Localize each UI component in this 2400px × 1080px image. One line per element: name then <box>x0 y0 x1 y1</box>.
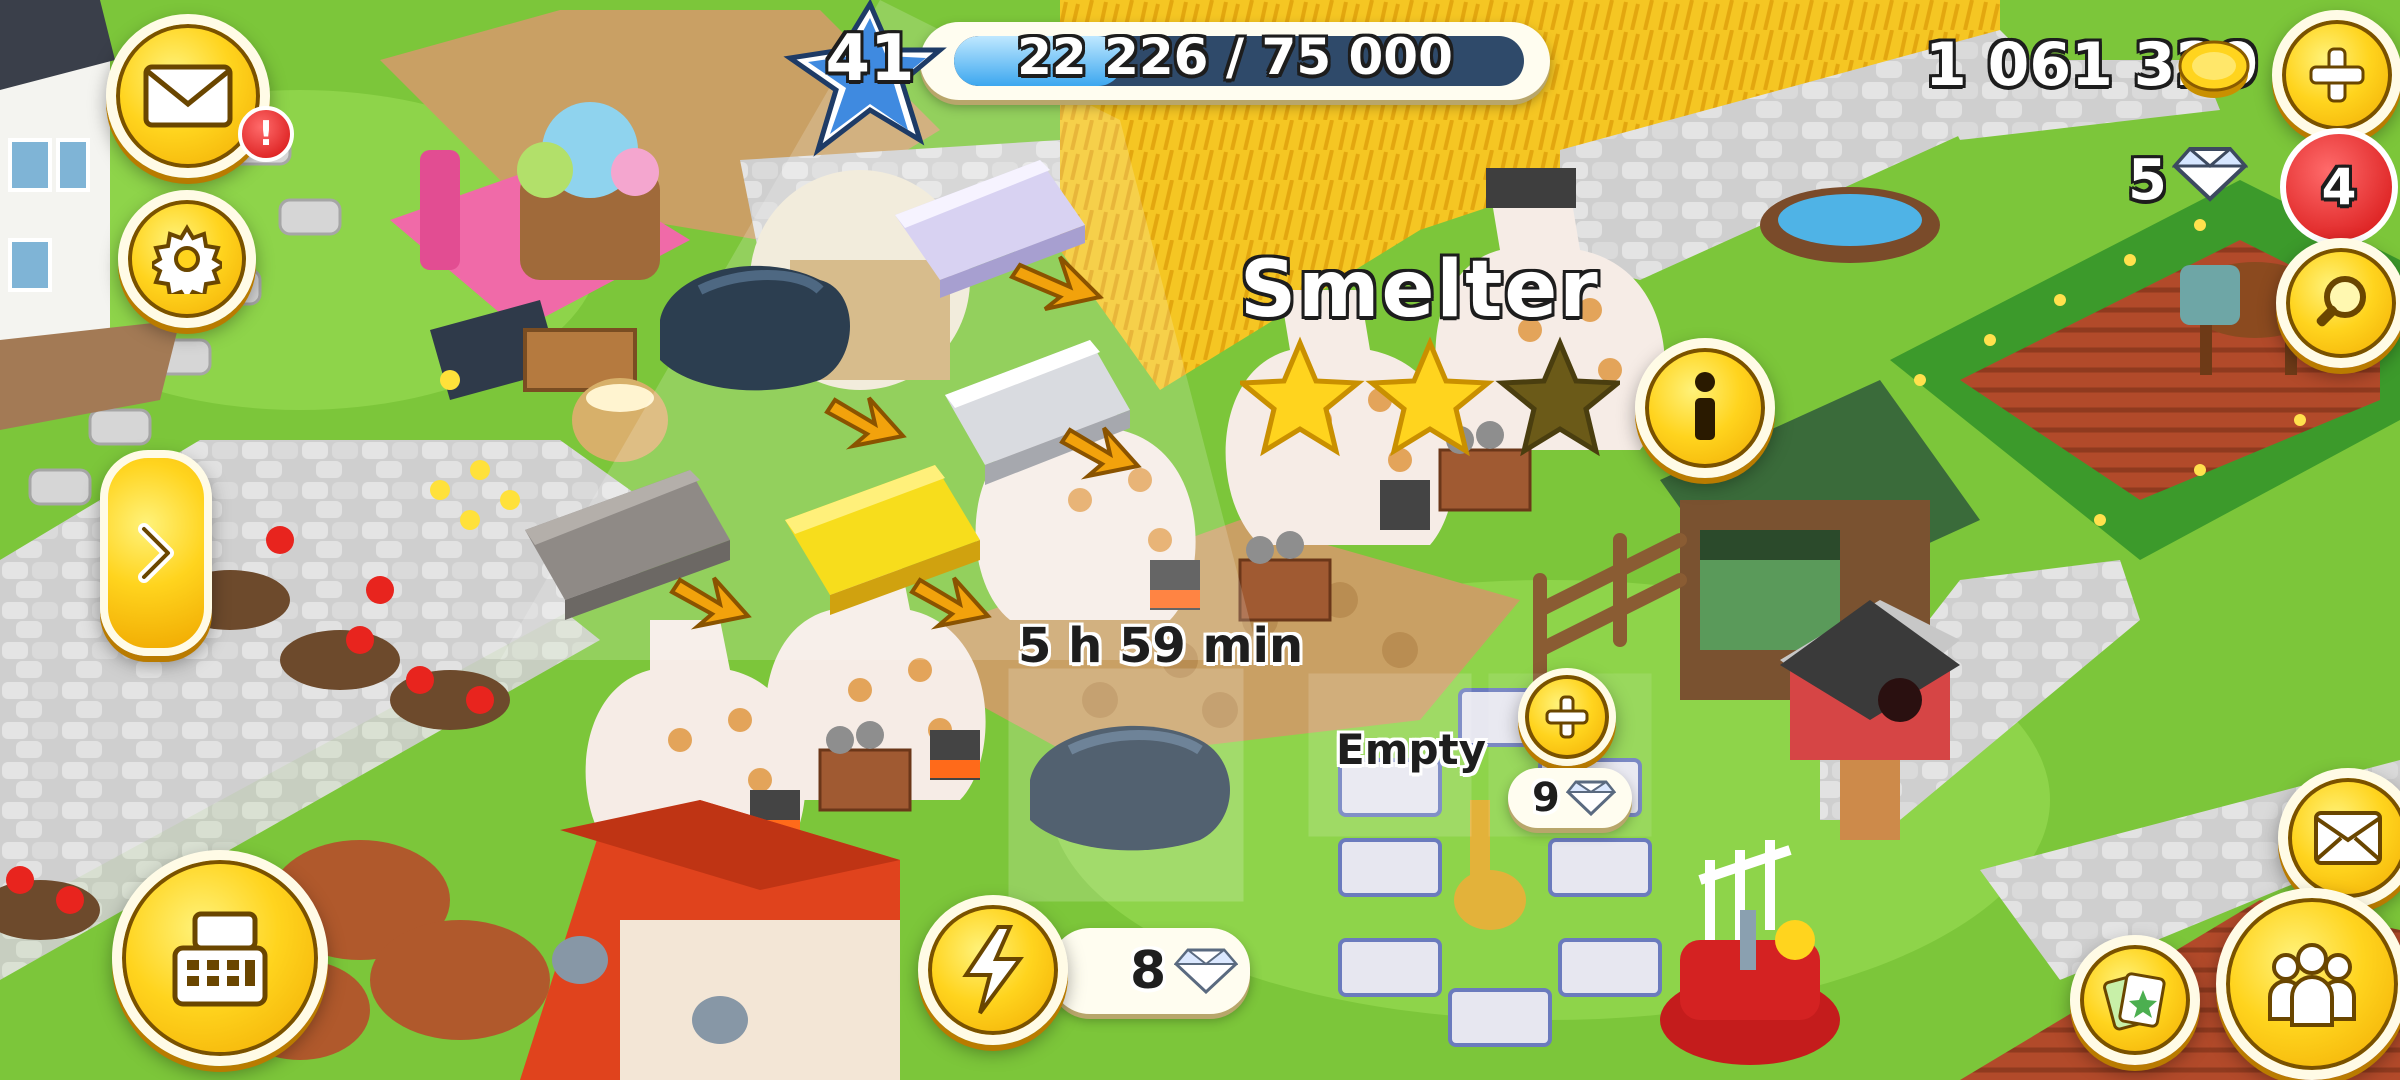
info-button[interactable] <box>1635 338 1775 478</box>
diamonds-amount: 5 <box>2128 148 2167 213</box>
empty-slot-label: Empty <box>1336 725 1486 774</box>
star-icon-empty-3 <box>1495 336 1620 457</box>
diamond-icon <box>1565 780 1616 816</box>
rating-stars <box>1240 336 1620 457</box>
buy-coins-button[interactable] <box>2272 10 2400 140</box>
plus-icon <box>1545 695 1589 739</box>
xp-label: 22 226 / 75 000 <box>1017 28 1453 86</box>
cards-icon <box>2103 972 2166 1031</box>
production-overlay <box>525 160 1652 902</box>
speedup-cost-pill[interactable]: 8 <box>1050 928 1250 1014</box>
diamond-icon <box>1174 948 1239 994</box>
shop-button[interactable] <box>112 850 328 1066</box>
gear-icon <box>152 224 222 294</box>
gold-bar-item[interactable] <box>785 465 980 615</box>
mail-alert-mark: ! <box>258 114 274 154</box>
chevron-right-icon <box>138 523 174 583</box>
mail-alert-badge: ! <box>238 106 294 162</box>
notification-count: 4 <box>2321 158 2357 216</box>
active-slot-frame[interactable] <box>1008 668 1244 902</box>
notification-badge[interactable]: 4 <box>2280 128 2398 246</box>
xp-bar: 22 226 / 75 000 <box>920 22 1550 100</box>
production-timer: 5 h 59 min <box>1018 618 1304 674</box>
platinum-bar-item[interactable] <box>895 160 1085 298</box>
speedup-button[interactable] <box>918 895 1068 1045</box>
friends-button[interactable] <box>2216 888 2400 1080</box>
envelope-map-icon <box>2314 811 2382 865</box>
speedup-cost-value: 8 <box>1130 941 1167 1001</box>
diamond-icon <box>2172 146 2248 202</box>
coin-icon <box>2178 40 2250 98</box>
info-icon <box>1695 372 1715 440</box>
star-icon-filled-2 <box>1365 336 1495 457</box>
settings-button[interactable] <box>118 190 256 328</box>
cash-register-icon <box>172 911 268 1007</box>
envelope-icon <box>143 64 233 128</box>
slot-cost-pill[interactable]: 9 <box>1508 768 1632 828</box>
add-slot-button[interactable] <box>1518 668 1616 766</box>
coal-item[interactable] <box>660 265 850 391</box>
plus-icon <box>2309 47 2365 103</box>
cards-button[interactable] <box>2070 935 2200 1065</box>
friends-icon <box>2268 943 2356 1027</box>
slot-cost-value: 9 <box>1532 775 1560 821</box>
star-icon-filled-1 <box>1240 336 1365 457</box>
lightning-icon <box>962 925 1024 1015</box>
level-number: 41 <box>825 22 915 96</box>
expand-menu-button[interactable] <box>100 450 212 656</box>
magnifier-icon <box>2316 276 2366 327</box>
search-button[interactable] <box>2276 238 2400 368</box>
building-title: Smelter <box>1240 245 1600 335</box>
